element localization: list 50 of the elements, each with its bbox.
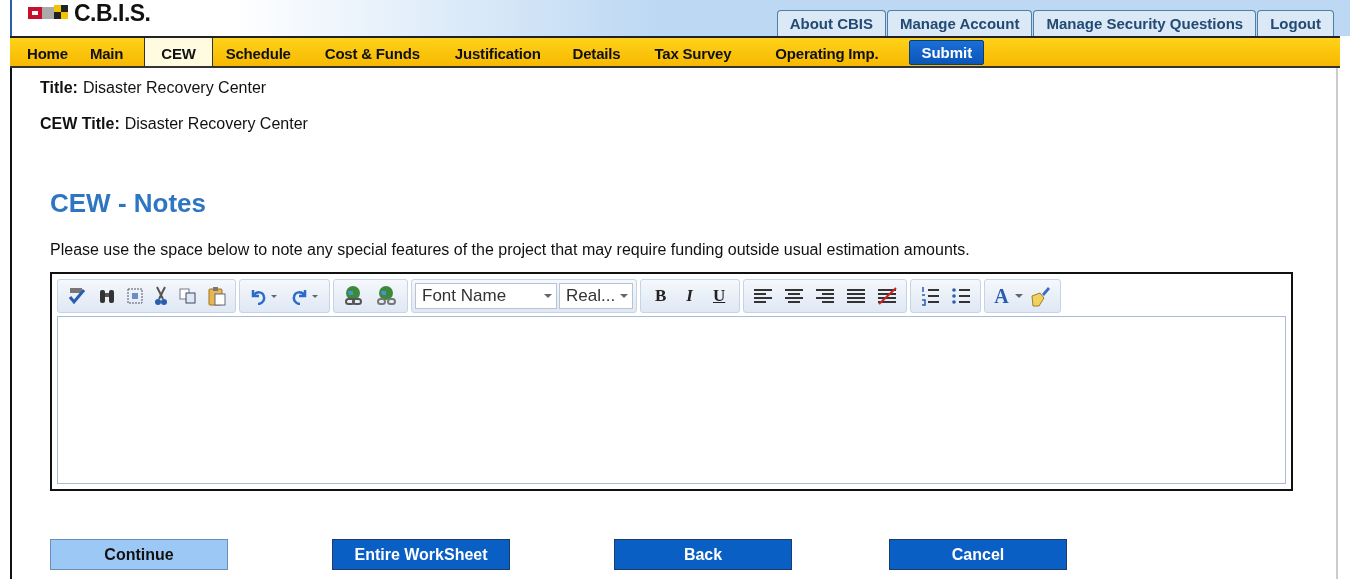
nav-tab[interactable]: Tax Survey bbox=[643, 38, 743, 66]
font-name-dropdown[interactable]: Font Name bbox=[415, 283, 557, 309]
action-button[interactable]: Cancel bbox=[889, 539, 1067, 570]
header-tab[interactable]: Manage Security Questions bbox=[1033, 10, 1257, 36]
field-line: CEW Title: Disaster Recovery Center bbox=[39, 114, 309, 134]
justify-icon[interactable] bbox=[846, 288, 867, 304]
nav-tab[interactable]: Main bbox=[78, 38, 135, 66]
header-tab[interactable]: Manage Account bbox=[887, 10, 1033, 36]
scissors-icon[interactable] bbox=[154, 286, 168, 306]
spellcheck-icon[interactable] bbox=[67, 287, 87, 305]
underline-button[interactable]: U bbox=[712, 286, 726, 306]
logo-text: C.B.I.S. bbox=[74, 0, 151, 26]
globe-unlink-icon[interactable] bbox=[376, 285, 398, 307]
header-tab[interactable]: Logout bbox=[1257, 10, 1334, 36]
instructions-text: Please use the space below to note any special features of the project that may require funding outside usual estimation amounts. bbox=[50, 241, 971, 259]
remove-alignment-icon[interactable] bbox=[877, 287, 898, 305]
italic-button[interactable]: I bbox=[686, 286, 693, 306]
field-line: Title: Disaster Recovery Center bbox=[39, 78, 268, 98]
caret-icon bbox=[620, 293, 628, 299]
align-center-icon[interactable] bbox=[784, 288, 805, 304]
copy-icon[interactable] bbox=[179, 287, 197, 305]
numbered-list-icon[interactable] bbox=[920, 286, 941, 306]
action-button[interactable]: Continue bbox=[50, 539, 228, 570]
action-button[interactable]: Back bbox=[614, 539, 792, 570]
select-all-icon[interactable] bbox=[127, 288, 143, 304]
align-right-icon[interactable] bbox=[815, 288, 836, 304]
nav-tab[interactable]: CEW bbox=[144, 38, 213, 66]
undo-icon[interactable] bbox=[249, 287, 279, 305]
nav-tab[interactable]: Operating Imp. bbox=[764, 38, 890, 66]
paintbrush-icon[interactable] bbox=[1028, 285, 1051, 307]
nav-tab[interactable]: Schedule bbox=[214, 38, 302, 66]
align-left-icon[interactable] bbox=[753, 288, 774, 304]
submit-button[interactable]: Submit bbox=[909, 39, 985, 65]
nav-tab[interactable]: Details bbox=[561, 38, 632, 66]
clipboard-icon[interactable] bbox=[208, 286, 226, 306]
redo-icon[interactable] bbox=[290, 287, 320, 305]
globe-link-icon[interactable] bbox=[343, 285, 365, 307]
action-button[interactable]: Entire WorkSheet bbox=[332, 539, 510, 570]
nav-tab[interactable]: Cost & Funds bbox=[313, 38, 431, 66]
header-tab[interactable]: About CBIS bbox=[776, 10, 886, 36]
font-color-button[interactable]: A bbox=[994, 284, 1009, 308]
caret-icon bbox=[544, 293, 552, 299]
nav-tab[interactable]: Justification bbox=[443, 38, 552, 66]
caret-icon[interactable] bbox=[1014, 293, 1023, 299]
font-size-dropdown[interactable]: Real... bbox=[559, 283, 633, 309]
section-heading: CEW - Notes bbox=[50, 188, 207, 219]
binoculars-icon[interactable] bbox=[98, 287, 116, 305]
nav-tab[interactable]: Home bbox=[16, 38, 79, 66]
bold-button[interactable]: B bbox=[655, 286, 667, 306]
bullet-list-icon[interactable] bbox=[951, 286, 972, 306]
